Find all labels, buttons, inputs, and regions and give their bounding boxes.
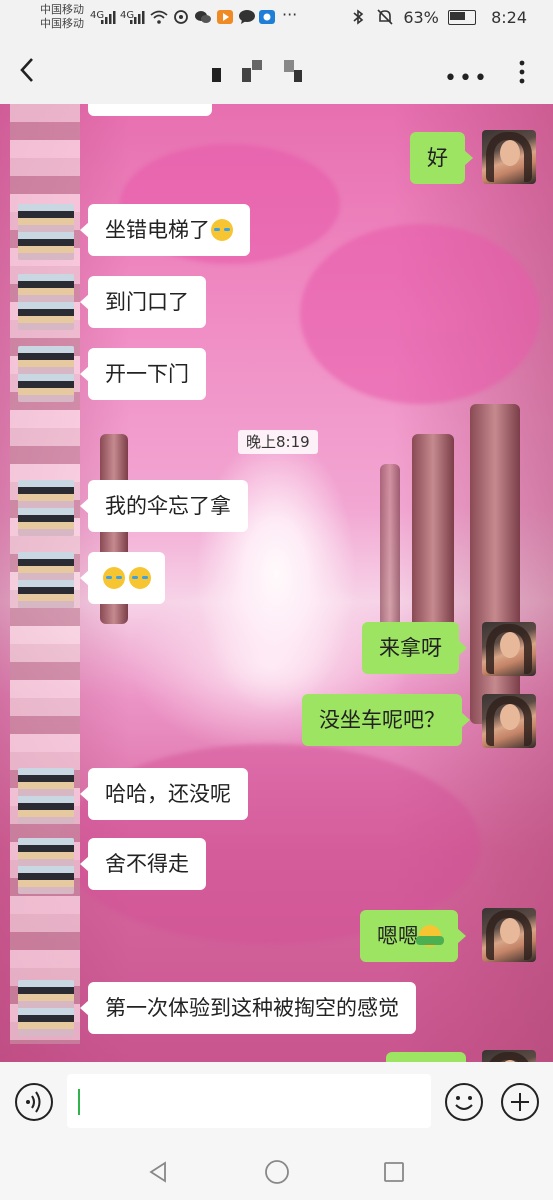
text-caret (78, 1089, 80, 1115)
wechat-icon (195, 11, 211, 23)
message-text: 我的伞忘了拿 (105, 494, 231, 518)
contact-avatar[interactable] (18, 480, 74, 536)
tree-trunk (380, 464, 400, 634)
message-bubble-outgoing[interactable]: 来拿呀 (362, 622, 467, 674)
emoji-picker-icon[interactable] (444, 1082, 484, 1122)
crying-emoji-icon (211, 219, 233, 241)
carrier-1: 中国移动 (40, 3, 84, 16)
app-notification-icon (259, 10, 275, 24)
blossom-cluster (300, 224, 540, 404)
chat-header: ••• (0, 36, 553, 104)
back-arrow-icon[interactable] (14, 54, 42, 86)
nav-home-icon[interactable] (264, 1159, 290, 1185)
tears-of-joy-emoji-icon (103, 567, 125, 589)
wifi-icon (150, 10, 168, 24)
message-bubble-incoming[interactable]: 第一次体验到这种被掏空的感觉 (80, 982, 416, 1034)
contact-avatar[interactable] (18, 274, 74, 330)
message-bubble-partial[interactable] (386, 1052, 466, 1062)
input-bar (0, 1062, 553, 1144)
hotspot-icon (174, 10, 188, 24)
self-avatar[interactable] (482, 622, 536, 676)
tree-trunk (470, 404, 520, 724)
contact-name-redacted (212, 60, 302, 82)
tears-of-joy-emoji-icon (129, 567, 151, 589)
message-input[interactable] (67, 1074, 431, 1128)
signal-bars-2-icon (130, 11, 145, 24)
plus-attach-icon[interactable] (500, 1082, 540, 1122)
message-text: 来拿呀 (379, 636, 442, 660)
message-text: 哈哈，还没呢 (105, 782, 231, 806)
status-bar: 中国移动 中国移动 4G 4G ··· 63% 8:24 (0, 0, 553, 36)
vertical-menu-icon[interactable] (514, 58, 530, 86)
self-avatar[interactable] (482, 1050, 536, 1062)
battery-percent: 63% (403, 8, 439, 27)
message-bubble-outgoing[interactable]: 嗯嗯 (360, 910, 466, 962)
carrier-2: 中国移动 (40, 17, 84, 30)
message-bubble-incoming[interactable]: 坐错电梯了 (80, 204, 250, 256)
message-text: 开一下门 (105, 362, 189, 386)
self-avatar[interactable] (482, 694, 536, 748)
battery-icon (447, 10, 476, 25)
contact-avatar[interactable] (18, 768, 74, 824)
mute-bell-icon (377, 9, 393, 25)
contact-avatar[interactable] (18, 346, 74, 402)
message-bubble-outgoing[interactable]: 没坐车呢吧？ (302, 694, 470, 746)
contact-avatar[interactable] (18, 552, 74, 608)
message-text: 到门口了 (105, 290, 189, 314)
timestamp-label: 晚上8:19 (238, 430, 318, 454)
message-icon (239, 10, 255, 24)
message-bubble-incoming[interactable]: 开一下门 (80, 348, 206, 400)
self-avatar[interactable] (482, 908, 536, 962)
contact-avatar[interactable] (18, 838, 74, 894)
message-text: 坐错电梯了 (105, 218, 210, 242)
message-bubble-incoming[interactable]: 舍不得走 (80, 838, 206, 890)
message-text: 舍不得走 (105, 852, 189, 876)
more-notifications-icon: ··· (282, 5, 298, 24)
hug-emoji-icon (416, 925, 444, 947)
message-text: 嗯嗯 (377, 924, 419, 948)
message-text: 没坐车呢吧？ (319, 708, 445, 732)
contact-avatar[interactable] (18, 980, 74, 1036)
message-bubble-incoming[interactable]: 到门口了 (80, 276, 206, 328)
message-bubble-incoming[interactable] (80, 552, 165, 604)
signal-bars-icon (101, 11, 116, 24)
message-bubble-incoming[interactable]: 哈哈，还没呢 (80, 768, 248, 820)
message-text: 好 (427, 146, 448, 170)
clock: 8:24 (491, 8, 527, 27)
chat-area[interactable]: 好 坐错电梯了 到门口了 开一下门 晚上8:19 我的伞忘了拿 来拿呀 没坐车呢… (0, 104, 553, 1062)
message-bubble-outgoing[interactable]: 好 (410, 132, 473, 184)
voice-input-icon[interactable] (14, 1082, 54, 1122)
nav-back-icon[interactable] (146, 1160, 170, 1184)
self-avatar[interactable] (482, 130, 536, 184)
nav-recent-apps-icon[interactable] (382, 1160, 406, 1184)
bluetooth-icon (353, 9, 364, 25)
contact-avatar[interactable] (18, 204, 74, 260)
message-bubble-incoming[interactable]: 我的伞忘了拿 (80, 480, 248, 532)
status-right: 63% 8:24 (351, 8, 527, 27)
more-options-icon[interactable]: ••• (444, 66, 489, 91)
message-text: 第一次体验到这种被掏空的感觉 (105, 996, 399, 1020)
carrier-labels: 中国移动 中国移动 (40, 3, 84, 31)
message-bubble-partial[interactable] (88, 104, 212, 116)
video-app-icon (217, 10, 233, 24)
system-nav-bar (0, 1144, 553, 1200)
